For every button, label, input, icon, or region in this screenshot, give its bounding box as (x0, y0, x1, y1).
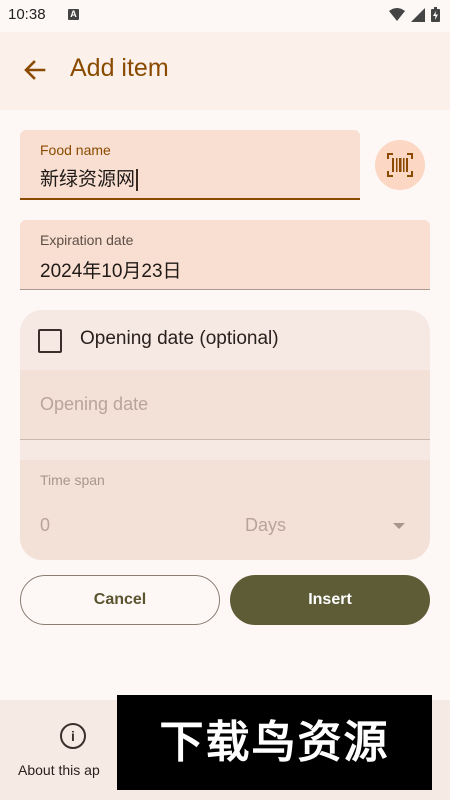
time-span-unit-select[interactable]: Days (245, 515, 286, 536)
signal-icon (411, 7, 425, 22)
app-bar: Add item (0, 32, 450, 110)
dropdown-arrow-icon[interactable] (393, 523, 405, 529)
opening-date-field[interactable]: Opening date (20, 370, 430, 440)
time-span-input[interactable]: 0 (40, 515, 50, 536)
page-title: Add item (70, 54, 169, 82)
battery-icon (431, 7, 440, 22)
scan-barcode-button[interactable] (375, 140, 425, 190)
barcode-scan-icon (387, 153, 413, 177)
time-span-label: Time span (40, 472, 105, 488)
opening-date-checkbox-label[interactable]: Opening date (optional) (80, 328, 279, 350)
food-name-field[interactable]: Food name 新绿资源网 (20, 130, 360, 200)
notification-icon: A (68, 9, 79, 20)
cancel-button[interactable]: Cancel (20, 575, 220, 625)
watermark-logo: 下载鸟资源 (117, 695, 432, 790)
opening-date-placeholder: Opening date (40, 394, 149, 414)
expiration-date-label: Expiration date (40, 232, 134, 248)
expiration-date-field[interactable]: Expiration date 2024年10月23日 (20, 220, 430, 290)
expiration-date-value[interactable]: 2024年10月23日 (40, 256, 182, 283)
status-bar: 10:38 A (0, 0, 450, 32)
opening-date-card: Opening date (optional) Opening date Tim… (20, 310, 430, 560)
insert-button[interactable]: Insert (230, 575, 430, 625)
wifi-icon (389, 7, 405, 21)
text-cursor (136, 168, 139, 191)
time-span-field[interactable]: Time span 0 Days (20, 460, 430, 560)
about-nav-label[interactable]: About this ap (18, 762, 100, 778)
food-name-input-wrap[interactable]: 新绿资源网 (40, 164, 139, 191)
status-time: 10:38 (8, 6, 46, 23)
opening-date-checkbox[interactable] (38, 329, 62, 353)
info-icon[interactable]: i (60, 723, 86, 749)
back-arrow-icon[interactable] (20, 55, 50, 85)
food-name-input[interactable]: 新绿资源网 (40, 169, 135, 190)
food-name-label: Food name (40, 142, 111, 158)
